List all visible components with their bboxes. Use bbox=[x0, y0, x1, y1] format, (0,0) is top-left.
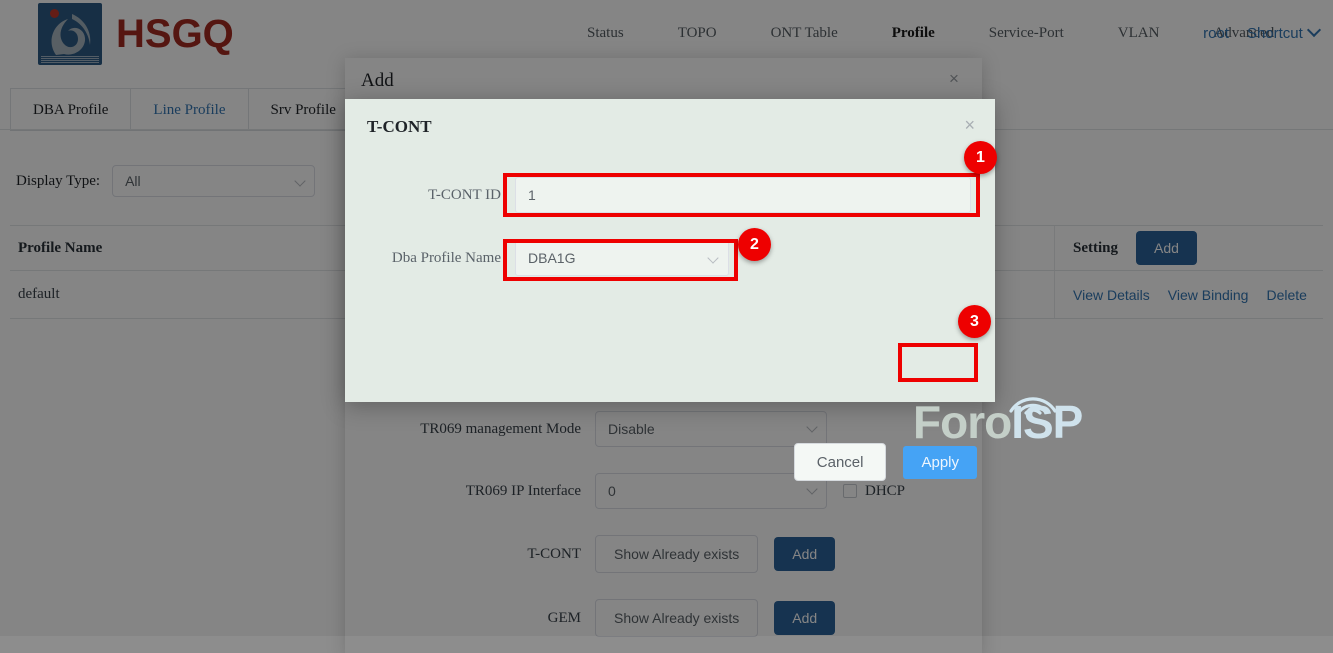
apply-button[interactable]: Apply bbox=[903, 445, 977, 479]
tcont-id-label: T-CONT ID bbox=[428, 186, 501, 203]
dba-profile-label: Dba Profile Name bbox=[391, 249, 501, 266]
chevron-down-icon bbox=[707, 252, 719, 264]
tcont-dialog-footer: Cancel Apply bbox=[793, 443, 977, 481]
dba-profile-select[interactable]: DBA1G bbox=[515, 240, 729, 276]
dba-profile-row: Dba Profile Name DBA1G bbox=[345, 240, 995, 276]
step-badge-2: 2 bbox=[738, 228, 771, 261]
cancel-button[interactable]: Cancel bbox=[793, 443, 887, 481]
close-icon[interactable]: × bbox=[964, 116, 975, 134]
overlay-bottom-band bbox=[0, 636, 1333, 653]
dba-profile-value: DBA1G bbox=[528, 250, 576, 266]
step-badge-1: 1 bbox=[964, 141, 997, 174]
tcont-dialog-title: T-CONT bbox=[367, 117, 432, 136]
screen: HSGQ Status TOPO ONT Table Profile Servi… bbox=[0, 0, 1333, 653]
step-badge-3: 3 bbox=[958, 305, 991, 338]
tcont-dialog: T-CONT × T-CONT ID 1 Dba Profile Name DB… bbox=[345, 99, 1083, 481]
tcont-dialog-header: T-CONT × bbox=[345, 99, 995, 155]
tcont-id-input[interactable]: 1 bbox=[515, 177, 971, 213]
tcont-id-value: 1 bbox=[528, 187, 536, 203]
tcont-id-row: T-CONT ID 1 bbox=[345, 177, 995, 213]
